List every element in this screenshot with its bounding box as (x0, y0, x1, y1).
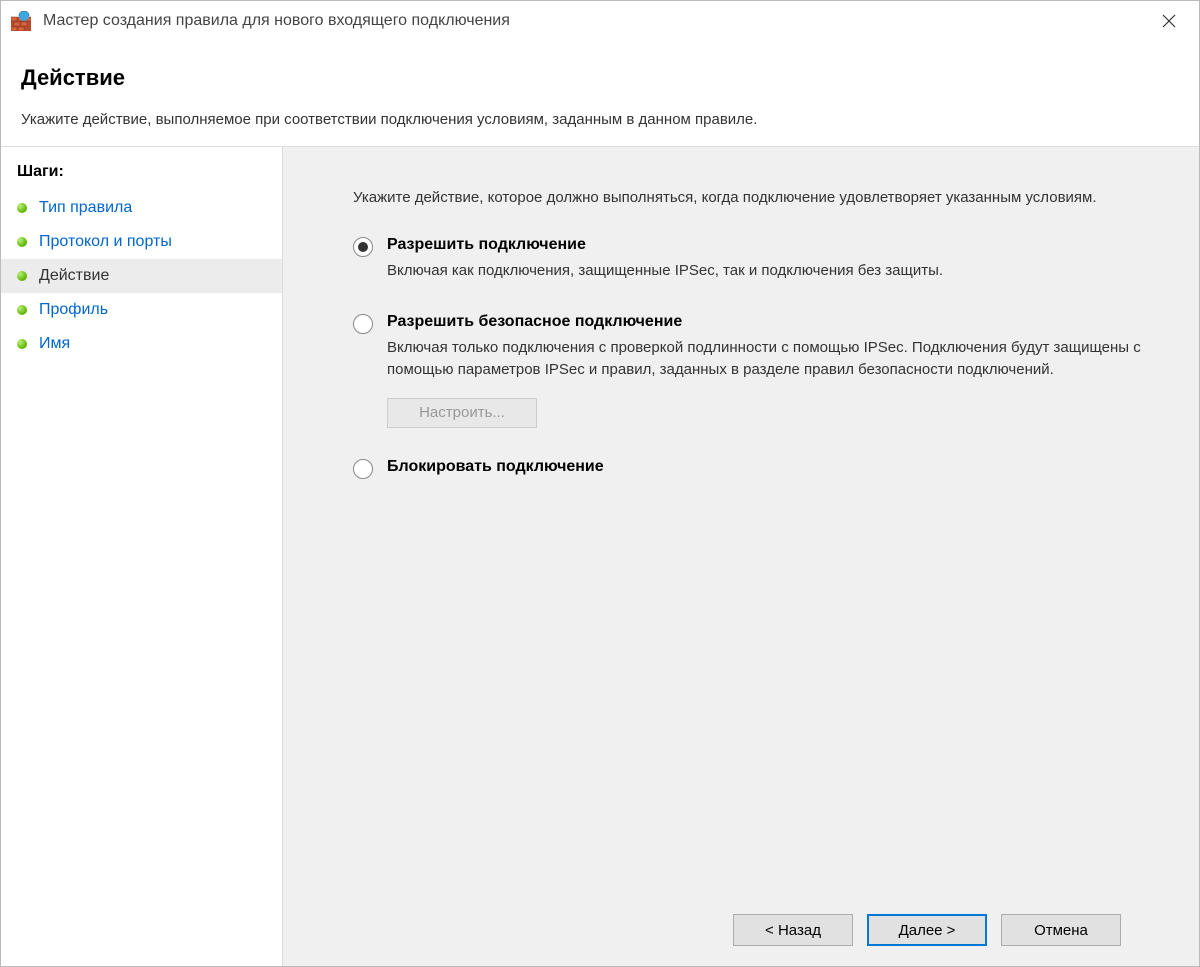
footer: < Назад Далее > Отмена (353, 898, 1149, 966)
radio-title: Разрешить безопасное подключение (387, 313, 1149, 331)
close-button[interactable] (1149, 1, 1189, 41)
cancel-button[interactable]: Отмена (1001, 914, 1121, 946)
radio-option-block[interactable]: Блокировать подключение (353, 458, 1149, 482)
step-bullet-icon (17, 339, 27, 349)
titlebar: Мастер создания правила для нового входя… (1, 1, 1199, 41)
radio-content: Разрешить безопасное подключение Включая… (387, 313, 1149, 382)
radio-title: Разрешить подключение (387, 236, 1149, 254)
sidebar-item-action[interactable]: Действие (1, 259, 282, 293)
sidebar-item-rule-type[interactable]: Тип правила (1, 191, 282, 225)
close-icon (1162, 14, 1176, 28)
window-title: Мастер создания правила для нового входя… (43, 12, 1149, 30)
radio-group-action: Разрешить подключение Включая как подклю… (353, 236, 1149, 482)
header-section: Действие Укажите действие, выполняемое п… (1, 41, 1199, 146)
spacer (353, 482, 1149, 899)
page-heading: Действие (21, 65, 1179, 91)
step-bullet-icon (17, 305, 27, 315)
radio-button-icon (353, 314, 373, 334)
sidebar-item-label: Протокол и порты (39, 233, 172, 251)
sidebar-item-label: Профиль (39, 301, 108, 319)
step-bullet-icon (17, 237, 27, 247)
steps-heading: Шаги: (1, 157, 282, 191)
wizard-window: Мастер создания правила для нового входя… (0, 0, 1200, 967)
next-button[interactable]: Далее > (867, 914, 987, 946)
radio-option-allow[interactable]: Разрешить подключение Включая как подклю… (353, 236, 1149, 283)
radio-button-icon (353, 237, 373, 257)
sidebar-item-label: Тип правила (39, 199, 132, 217)
radio-description: Включая только подключения с проверкой п… (387, 337, 1149, 382)
sidebar-item-name[interactable]: Имя (1, 327, 282, 361)
firewall-icon (11, 11, 31, 31)
radio-button-icon (353, 459, 373, 479)
radio-description: Включая как подключения, защищенные IPSe… (387, 260, 1149, 283)
step-bullet-icon (17, 271, 27, 281)
main-panel: Укажите действие, которое должно выполня… (283, 147, 1199, 966)
sidebar-item-protocol-ports[interactable]: Протокол и порты (1, 225, 282, 259)
sidebar-item-label: Имя (39, 335, 70, 353)
radio-option-allow-secure[interactable]: Разрешить безопасное подключение Включая… (353, 313, 1149, 382)
content-area: Шаги: Тип правила Протокол и порты Дейст… (1, 146, 1199, 966)
sidebar-item-profile[interactable]: Профиль (1, 293, 282, 327)
step-bullet-icon (17, 203, 27, 213)
page-subtitle: Укажите действие, выполняемое при соотве… (21, 111, 1179, 128)
instruction-text: Укажите действие, которое должно выполня… (353, 187, 1149, 208)
sidebar: Шаги: Тип правила Протокол и порты Дейст… (1, 147, 283, 966)
radio-title: Блокировать подключение (387, 458, 1149, 476)
radio-content: Блокировать подключение (387, 458, 1149, 482)
radio-content: Разрешить подключение Включая как подклю… (387, 236, 1149, 283)
configure-button: Настроить... (387, 398, 537, 428)
sidebar-item-label: Действие (39, 267, 109, 285)
back-button[interactable]: < Назад (733, 914, 853, 946)
